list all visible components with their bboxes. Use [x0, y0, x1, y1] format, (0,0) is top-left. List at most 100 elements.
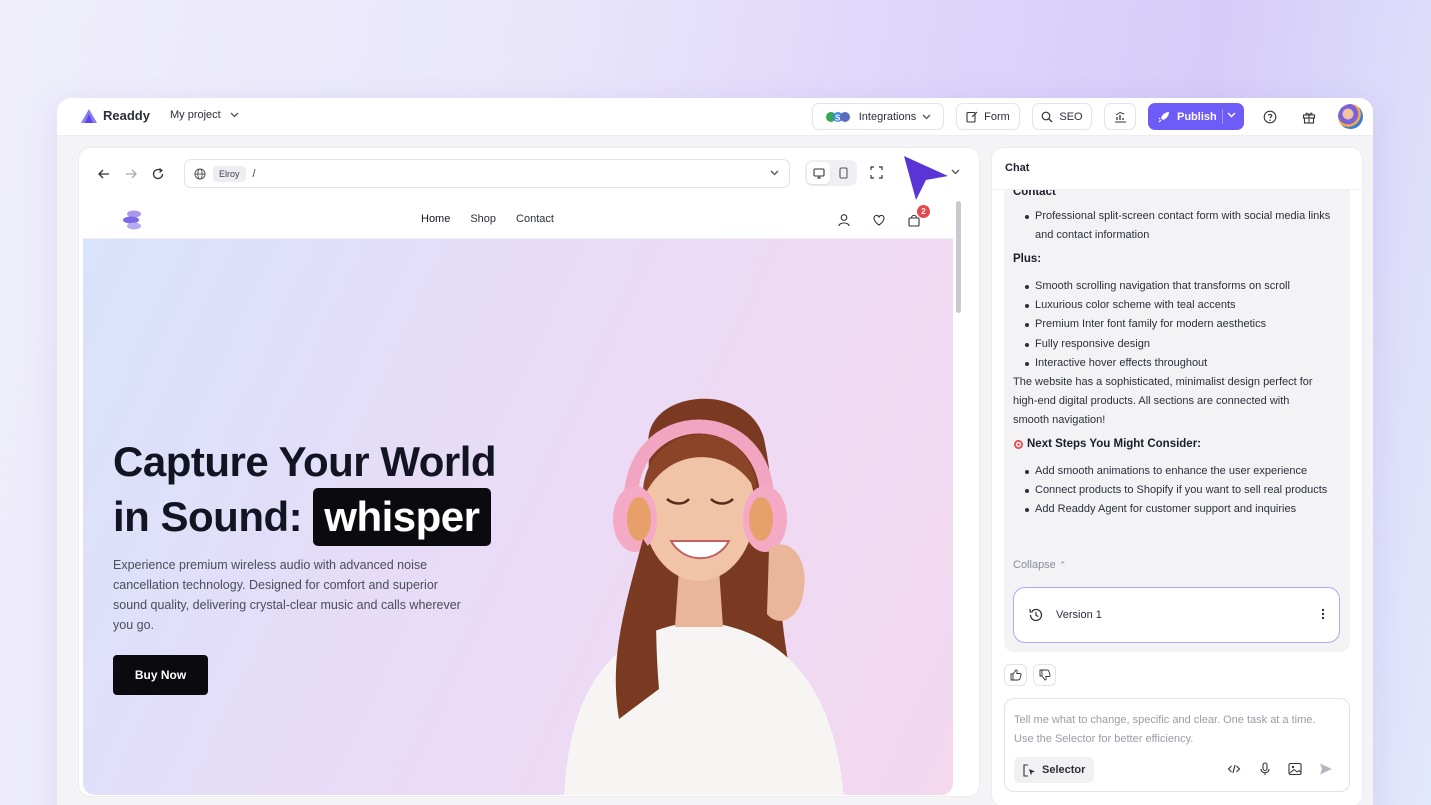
- form-label: Form: [984, 110, 1010, 123]
- hero-section: Capture Your World in Sound: whisper Exp…: [83, 239, 953, 795]
- publish-label: Publish: [1177, 110, 1217, 123]
- next-steps-list: Add smooth animations to enhance the use…: [1025, 462, 1335, 520]
- globe-icon: [194, 168, 206, 180]
- next-steps-label: Next Steps You Might Consider:: [1027, 438, 1202, 450]
- analytics-icon: [1114, 111, 1127, 123]
- plus-list: Smooth scrolling navigation that transfo…: [1025, 277, 1335, 373]
- site-menu: Home Shop Contact: [421, 213, 554, 225]
- chevron-down-icon: [230, 112, 239, 118]
- preview-scrollbar[interactable]: [956, 201, 962, 796]
- desktop-icon[interactable]: [807, 162, 830, 184]
- hero-title-line1: Capture Your World: [113, 438, 497, 485]
- hero-title: Capture Your World in Sound: whisper: [113, 436, 497, 546]
- menu-item-shop[interactable]: Shop: [470, 213, 496, 225]
- avatar[interactable]: [1338, 104, 1363, 129]
- refresh-icon[interactable]: [151, 167, 167, 183]
- cursor-pointer-icon: [904, 156, 948, 200]
- analytics-button[interactable]: [1104, 103, 1136, 130]
- integrations-icon: S: [825, 110, 853, 124]
- project-switcher[interactable]: My project: [170, 109, 239, 121]
- collapse-button[interactable]: Collapse ⌃: [1013, 559, 1066, 571]
- forward-arrow-icon[interactable]: [124, 167, 140, 183]
- chat-input[interactable]: [1014, 711, 1334, 751]
- back-arrow-icon[interactable]: [97, 167, 113, 183]
- chevrons-up-icon: ⌃: [1058, 560, 1067, 570]
- list-item: Smooth scrolling navigation that transfo…: [1025, 277, 1335, 296]
- hero-description: Experience premium wireless audio with a…: [113, 558, 461, 632]
- chevron-down-icon[interactable]: [951, 169, 967, 185]
- form-button[interactable]: Form: [956, 103, 1020, 130]
- list-item: Fully responsive design: [1025, 335, 1335, 354]
- hero-highlight: whisper: [313, 488, 491, 546]
- buy-now-button[interactable]: Buy Now: [113, 655, 208, 695]
- thumbs-up-icon[interactable]: [1004, 664, 1027, 686]
- top-bar: Readdy My project S Integrations Form SE…: [57, 98, 1373, 136]
- heart-icon[interactable]: [872, 213, 888, 229]
- send-icon[interactable]: [1319, 762, 1335, 778]
- menu-item-home[interactable]: Home: [421, 213, 450, 225]
- scroll-thumb[interactable]: [956, 201, 961, 313]
- search-icon: [1041, 111, 1053, 123]
- seo-button[interactable]: SEO: [1032, 103, 1092, 130]
- fullscreen-icon[interactable]: [870, 166, 886, 182]
- gift-icon[interactable]: [1300, 108, 1318, 126]
- image-icon[interactable]: [1288, 762, 1304, 778]
- form-icon: [966, 111, 978, 123]
- publish-button[interactable]: Publish: [1148, 103, 1244, 130]
- next-steps-heading: Next Steps You Might Consider:: [1013, 438, 1201, 450]
- user-icon[interactable]: [837, 213, 853, 229]
- hero-title-line2: in Sound:: [113, 493, 303, 540]
- url-bar[interactable]: Elroy /: [184, 159, 790, 188]
- chat-composer: Selector: [1004, 698, 1350, 792]
- brand[interactable]: Readdy: [81, 108, 150, 123]
- list-item: Premium Inter font family for modern aes…: [1025, 315, 1335, 334]
- code-icon[interactable]: [1227, 762, 1243, 778]
- app-window: Readdy My project S Integrations Form SE…: [57, 98, 1373, 805]
- microphone-icon[interactable]: [1258, 762, 1274, 778]
- list-item: Add smooth animations to enhance the use…: [1025, 462, 1335, 481]
- integrations-label: Integrations: [858, 110, 917, 123]
- contact-heading: Contact: [1013, 190, 1056, 198]
- contact-list: Professional split-screen contact form w…: [1025, 207, 1335, 245]
- assistant-message: Contact Professional split-screen contac…: [1004, 190, 1350, 652]
- device-toggle: [805, 160, 857, 186]
- mobile-icon[interactable]: [832, 162, 855, 184]
- plus-heading: Plus:: [1013, 253, 1042, 265]
- collapse-label: Collapse: [1013, 559, 1056, 571]
- list-item: Interactive hover effects throughout: [1025, 354, 1335, 373]
- preview-panel: Elroy / Home Shop Contact 2 Capture Your…: [78, 147, 980, 797]
- readdy-logo-icon: [81, 108, 97, 123]
- site-navbar: Home Shop Contact 2: [83, 201, 953, 239]
- site-preview: Home Shop Contact 2 Capture Your World i…: [83, 201, 953, 796]
- list-item: Connect products to Shopify if you want …: [1025, 481, 1335, 500]
- selector-button[interactable]: Selector: [1014, 757, 1095, 783]
- version-card[interactable]: Version 1: [1013, 587, 1340, 643]
- selector-label: Selector: [1042, 764, 1086, 776]
- chevron-down-icon[interactable]: [770, 170, 779, 176]
- target-icon: [1013, 439, 1024, 450]
- site-chip: Elroy: [213, 165, 246, 182]
- help-icon[interactable]: [1261, 108, 1279, 126]
- list-item: Add Readdy Agent for customer support an…: [1025, 500, 1335, 519]
- chat-title: Chat: [1005, 162, 1030, 174]
- summary-text: The website has a sophisticated, minimal…: [1013, 376, 1313, 427]
- brand-name: Readdy: [103, 108, 150, 123]
- list-item: Luxurious color scheme with teal accents: [1025, 296, 1335, 315]
- selector-icon: [1023, 763, 1036, 777]
- chevron-down-icon: [922, 114, 931, 120]
- chevron-down-icon[interactable]: [1227, 112, 1236, 118]
- publish-divider: [1222, 109, 1223, 124]
- hero-image: [564, 398, 844, 795]
- chat-panel: Chat Contact Professional split-screen c…: [991, 147, 1363, 805]
- site-logo-icon[interactable]: [121, 208, 145, 232]
- menu-item-contact[interactable]: Contact: [516, 213, 554, 225]
- project-name: My project: [170, 109, 221, 121]
- thumbs-down-icon[interactable]: [1033, 664, 1056, 686]
- list-item: Professional split-screen contact form w…: [1025, 207, 1335, 245]
- seo-label: SEO: [1059, 110, 1083, 123]
- version-label: Version 1: [1056, 609, 1102, 621]
- cart-badge: 2: [917, 205, 930, 218]
- svg-text:S: S: [835, 113, 841, 122]
- integrations-button[interactable]: S Integrations: [812, 103, 944, 130]
- more-options-icon[interactable]: [1321, 608, 1325, 620]
